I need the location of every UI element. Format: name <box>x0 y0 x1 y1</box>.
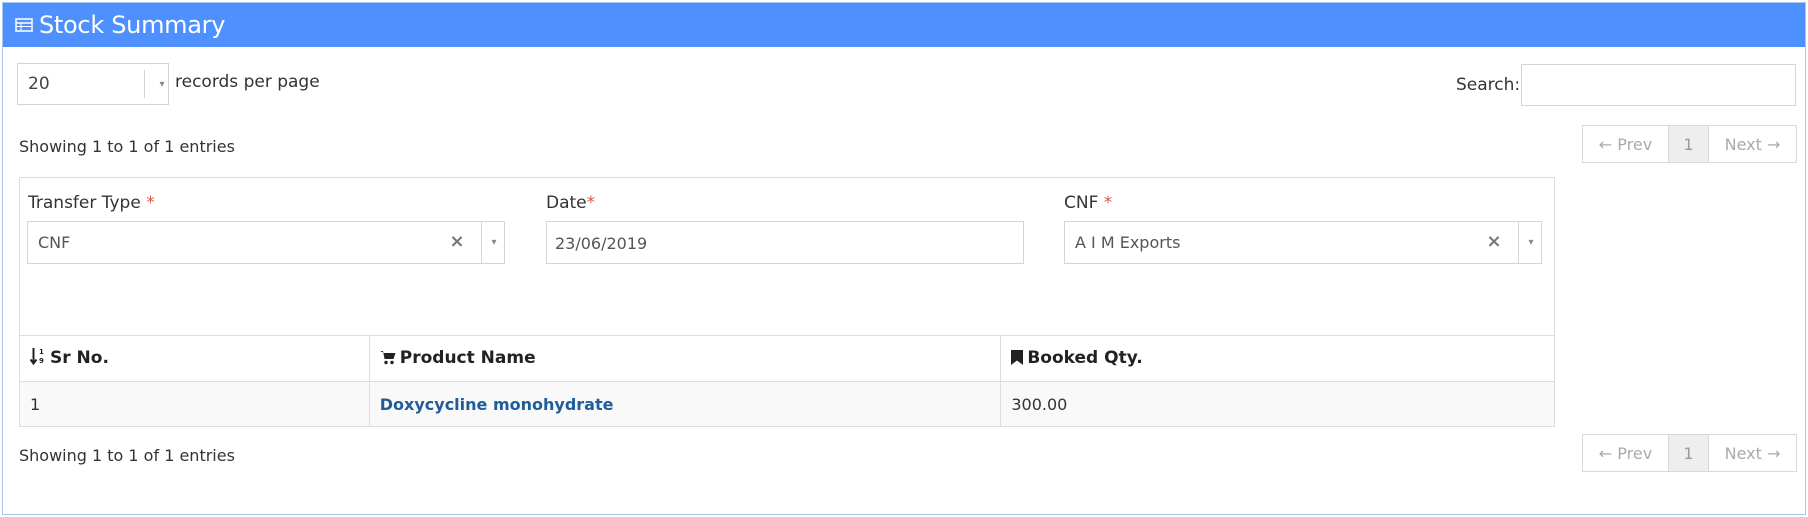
column-header-sr-no[interactable]: 1 9 Sr No. <box>19 335 370 382</box>
prev-page-button[interactable]: ← Prev <box>1583 126 1669 162</box>
chevron-down-icon[interactable]: ▾ <box>1528 237 1533 248</box>
date-field[interactable]: 23/06/2019 <box>546 221 1024 264</box>
stock-table: 1 9 Sr No. Product Name Booked Qty. 1 Do… <box>19 335 1555 427</box>
shopping-cart-icon <box>379 350 396 370</box>
select-separator <box>144 70 145 98</box>
column-header-booked-qty[interactable]: Booked Qty. <box>1000 335 1555 382</box>
page-title: Stock Summary <box>39 11 226 39</box>
table-icon <box>15 17 33 33</box>
bookmark-icon <box>1011 349 1024 370</box>
page-number-button[interactable]: 1 <box>1669 435 1709 471</box>
entries-info-top: Showing 1 to 1 of 1 entries <box>19 137 235 156</box>
stock-summary-panel: Stock Summary 20 ▾ records per page Sear… <box>2 2 1806 515</box>
table-header-row: 1 9 Sr No. Product Name Booked Qty. <box>19 335 1555 382</box>
svg-text:1: 1 <box>39 348 44 356</box>
required-mark: * <box>1103 193 1113 213</box>
sort-numeric-icon: 1 9 <box>29 347 46 370</box>
filter-form: Transfer Type * CNF × ▾ Date* 23/06/2019… <box>19 177 1555 336</box>
cnf-select[interactable]: A I M Exports × ▾ <box>1064 221 1542 264</box>
select-separator <box>1518 222 1519 263</box>
panel-header: Stock Summary <box>3 3 1805 47</box>
chevron-down-icon: ▾ <box>159 79 165 90</box>
cnf-value: A I M Exports <box>1075 233 1181 252</box>
next-page-button[interactable]: Next → <box>1709 126 1796 162</box>
pagination-bottom: ← Prev 1 Next → <box>1582 434 1797 472</box>
pagination-top: ← Prev 1 Next → <box>1582 125 1797 163</box>
column-header-product-name[interactable]: Product Name <box>368 335 1002 382</box>
entries-info-bottom: Showing 1 to 1 of 1 entries <box>19 446 235 465</box>
transfer-type-select[interactable]: CNF × ▾ <box>27 221 505 264</box>
cell-product-name: Doxycycline monohydrate <box>368 381 1002 427</box>
search-input[interactable] <box>1521 64 1796 106</box>
cell-booked-qty: 300.00 <box>1000 381 1555 427</box>
clear-icon[interactable]: × <box>449 231 464 252</box>
required-mark: * <box>586 193 596 213</box>
date-label: Date* <box>546 193 596 213</box>
clear-icon[interactable]: × <box>1486 231 1501 252</box>
next-page-button[interactable]: Next → <box>1709 435 1796 471</box>
table-row: 1 Doxycycline monohydrate 300.00 <box>19 381 1555 427</box>
search-label: Search: <box>1456 75 1521 95</box>
transfer-type-value: CNF <box>38 233 71 252</box>
prev-page-button[interactable]: ← Prev <box>1583 435 1669 471</box>
svg-text:9: 9 <box>39 357 44 365</box>
required-mark: * <box>146 193 155 213</box>
records-per-page-label: records per page <box>175 72 320 92</box>
product-link[interactable]: Doxycycline monohydrate <box>380 395 614 414</box>
select-separator <box>481 222 482 263</box>
cell-sr-no: 1 <box>19 381 370 427</box>
transfer-type-label: Transfer Type * <box>28 193 155 213</box>
records-per-page-select[interactable]: 20 ▾ <box>17 63 169 105</box>
cnf-label: CNF * <box>1064 193 1113 213</box>
chevron-down-icon[interactable]: ▾ <box>491 237 496 248</box>
page-number-button[interactable]: 1 <box>1669 126 1709 162</box>
records-per-page-value: 20 <box>28 74 50 94</box>
